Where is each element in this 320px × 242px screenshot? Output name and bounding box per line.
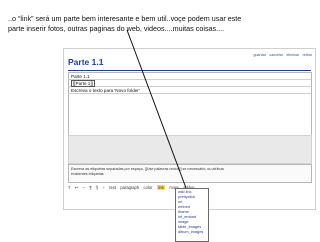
annotation-arrow <box>126 29 187 189</box>
annotation-arrow-line <box>126 29 187 189</box>
